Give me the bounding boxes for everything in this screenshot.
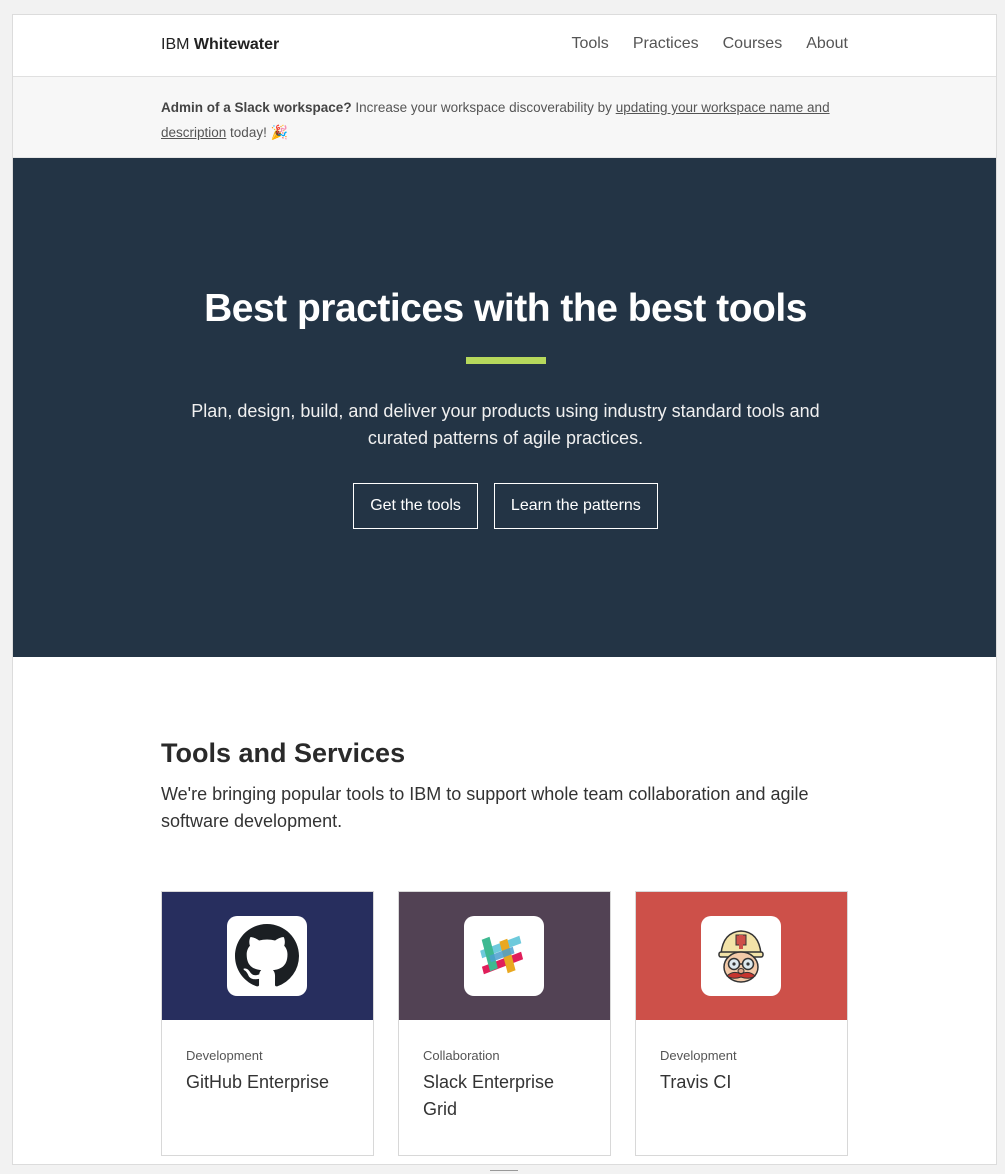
top-navigation: IBM Whitewater Tools Practices Courses A… (13, 15, 996, 77)
tools-card-grid: Development GitHub Enterprise Collaborat… (161, 891, 848, 1156)
travis-icon (718, 930, 764, 983)
tool-card-travis[interactable]: Development Travis CI (635, 891, 848, 1156)
card-title: Travis CI (660, 1072, 732, 1092)
get-tools-button[interactable]: Get the tools (353, 483, 478, 529)
card-body: Collaboration Slack Enterprise Grid (399, 1020, 610, 1123)
learn-patterns-button[interactable]: Learn the patterns (493, 483, 658, 529)
banner-tail: today! (226, 125, 271, 140)
scroll-indicator (490, 1170, 518, 1174)
slack-logo-tile (464, 916, 544, 996)
card-title: Slack Enterprise Grid (423, 1072, 555, 1119)
github-logo-tile (227, 916, 307, 996)
card-header (636, 892, 847, 1020)
card-category: Development (660, 1048, 737, 1063)
hero-subtitle: Plan, design, build, and deliver your pr… (191, 401, 820, 448)
card-body: Development GitHub Enterprise (162, 1020, 373, 1096)
hero-buttons: Get the tools Learn the patterns (13, 483, 996, 529)
tools-section-subtitle: We're bringing popular tools to IBM to s… (161, 784, 809, 831)
hero-title: Best practices with the best tools (204, 287, 807, 330)
main-nav: Tools Practices Courses About (547, 35, 848, 53)
nav-about[interactable]: About (806, 35, 848, 53)
hero-section: Best practices with the best tools Plan,… (13, 158, 996, 657)
banner-message: Admin of a Slack workspace? Increase you… (161, 96, 851, 145)
card-body: Development Travis CI (636, 1020, 847, 1096)
tool-card-github[interactable]: Development GitHub Enterprise (161, 891, 374, 1156)
tool-card-slack[interactable]: Collaboration Slack Enterprise Grid (398, 891, 611, 1156)
hero-accent-bar (466, 357, 546, 364)
page-frame: IBM Whitewater Tools Practices Courses A… (12, 14, 997, 1165)
banner-lead: Admin of a Slack workspace? (161, 100, 352, 115)
card-category: Development (186, 1048, 263, 1063)
nav-practices[interactable]: Practices (633, 35, 699, 53)
banner-text: Increase your workspace discoverability … (351, 100, 616, 115)
card-category: Collaboration (423, 1048, 500, 1063)
slack-icon (480, 935, 524, 975)
announcement-banner: Admin of a Slack workspace? Increase you… (13, 77, 996, 158)
github-icon (235, 924, 299, 987)
tools-section-title: Tools and Services (161, 738, 406, 768)
travis-logo-tile (701, 916, 781, 996)
site-logo[interactable]: IBM Whitewater (161, 36, 279, 54)
brand-ibm: IBM (161, 36, 190, 53)
brand-whitewater: Whitewater (193, 36, 280, 53)
card-title: GitHub Enterprise (186, 1072, 330, 1092)
card-header (162, 892, 373, 1020)
nav-courses[interactable]: Courses (723, 35, 783, 53)
nav-tools[interactable]: Tools (571, 35, 608, 53)
card-header (399, 892, 610, 1020)
party-popper-icon: 🎉 (270, 124, 289, 140)
